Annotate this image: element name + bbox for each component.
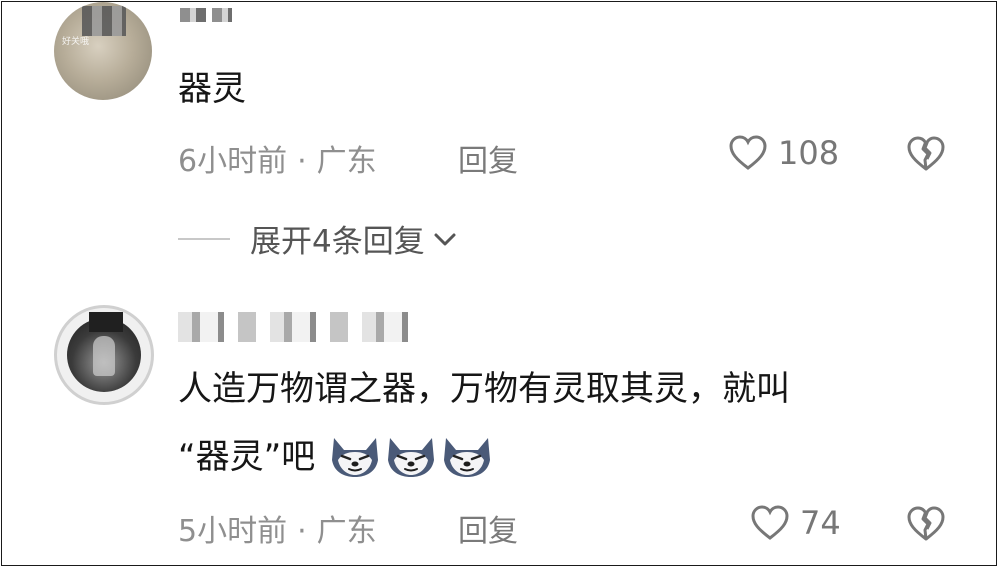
expand-replies-button[interactable]: 展开4条回复 — [178, 216, 459, 261]
chevron-down-icon — [434, 233, 456, 245]
meta-separator: · — [297, 514, 307, 549]
mosaic-blur — [82, 6, 126, 36]
comment-meta: 5小时前 · 广东 — [178, 506, 377, 550]
avatar[interactable] — [54, 305, 154, 405]
comment-meta: 6小时前 · 广东 — [178, 136, 377, 180]
comment-time: 6小时前 — [178, 144, 288, 179]
comment-text-line1: 人造万物谓之器，万物有灵取其灵，就叫 — [178, 369, 790, 409]
username-blurred[interactable] — [180, 8, 232, 22]
expand-replies-label: 展开4条回复 — [250, 224, 425, 260]
comment-location: 广东 — [316, 514, 377, 549]
heart-icon — [729, 135, 767, 170]
like-count: 74 — [800, 504, 841, 542]
username-blurred[interactable] — [178, 312, 418, 342]
comment-text-line2: “器灵”吧 — [178, 430, 494, 479]
divider-line — [178, 237, 230, 240]
reply-button[interactable]: 回复 — [458, 136, 518, 180]
broken-heart-icon[interactable] — [906, 505, 946, 543]
avatar-figure — [93, 336, 115, 376]
comment-panel — [1, 1, 997, 566]
wolf-emoji-icon — [444, 438, 491, 477]
wolf-emoji-icon — [332, 438, 379, 477]
broken-heart-icon[interactable] — [906, 135, 946, 173]
like-count: 108 — [778, 134, 840, 172]
comment-location: 广东 — [316, 144, 377, 179]
comment-time: 5小时前 — [178, 514, 288, 549]
avatar[interactable]: 好关哦 — [54, 2, 152, 100]
comment-text: 器灵 — [178, 69, 246, 109]
comment-text: “器灵”吧 — [178, 437, 316, 477]
wolf-emoji-icon — [388, 438, 435, 477]
avatar-overlay-text: 好关哦 — [62, 37, 90, 47]
like-button[interactable]: 74 — [750, 504, 841, 542]
reply-button[interactable]: 回复 — [458, 506, 518, 550]
like-button[interactable]: 108 — [728, 134, 839, 172]
heart-icon — [751, 505, 789, 540]
mosaic-blur — [89, 312, 123, 332]
meta-separator: · — [297, 144, 307, 179]
